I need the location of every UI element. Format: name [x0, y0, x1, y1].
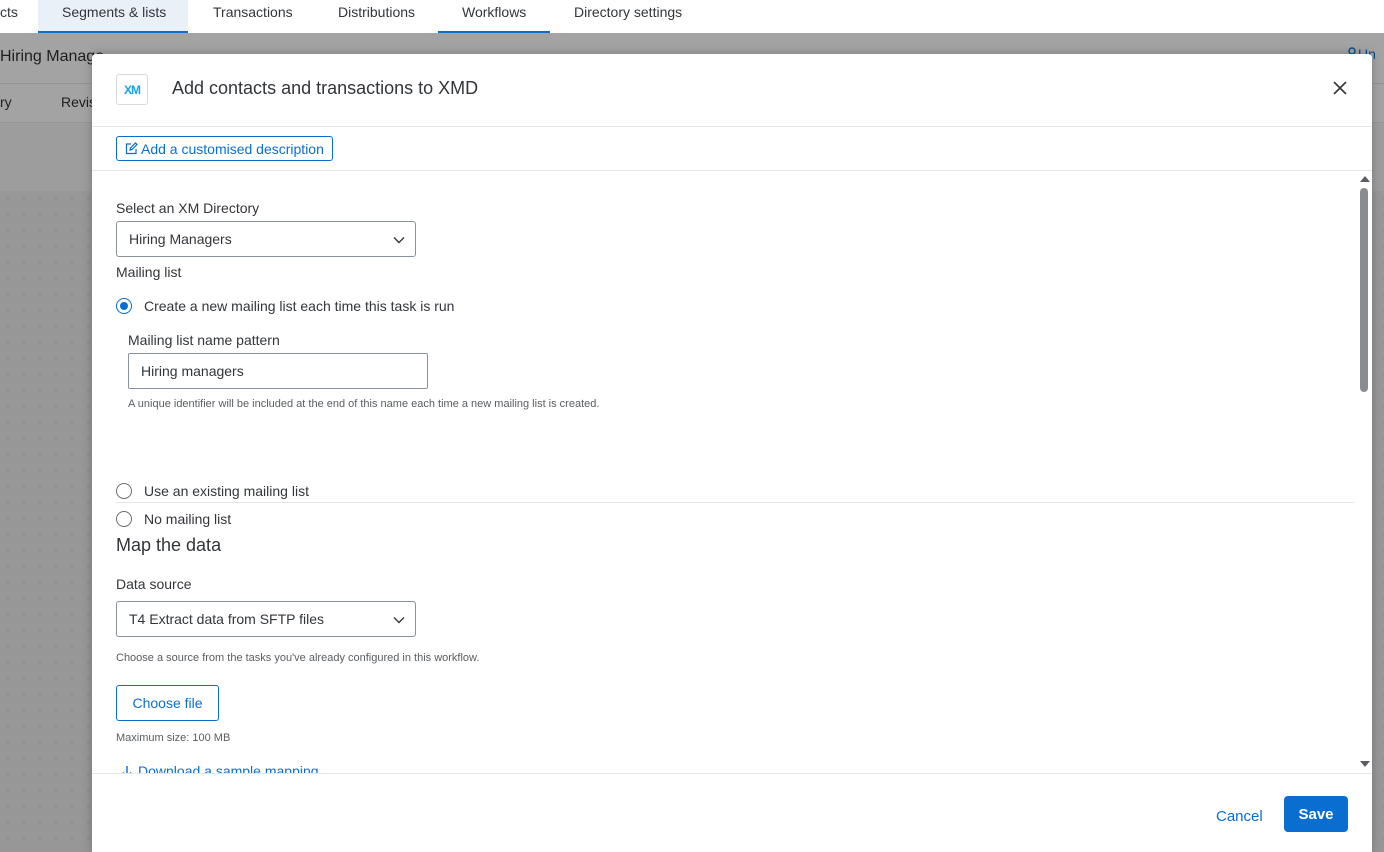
download-sample-label: Download a sample mapping — [138, 763, 319, 773]
add-description-button[interactable]: Add a customised description — [116, 136, 333, 161]
tab-segments-lists[interactable]: Segments & lists — [38, 0, 188, 33]
description-row: Add a customised description — [92, 127, 1372, 171]
dialog-footer: Cancel Save — [92, 773, 1372, 852]
chevron-down-icon — [393, 617, 405, 624]
tab-workflows[interactable]: Workflows — [438, 0, 550, 33]
dialog-header: XM Add contacts and transactions to XMD — [92, 54, 1372, 127]
radio-label: No mailing list — [144, 511, 232, 527]
scroll-up-arrow-icon[interactable] — [1360, 176, 1370, 182]
radio-label: Create a new mailing list each time this… — [144, 298, 455, 314]
background-subtab-revisions: Revis — [61, 94, 97, 110]
arrow-down-icon — [122, 765, 132, 773]
radio-no-list[interactable]: No mailing list — [116, 511, 231, 527]
name-pattern-label: Mailing list name pattern — [128, 332, 280, 348]
dialog-body[interactable]: Select an XM Directory Hiring Managers M… — [92, 172, 1354, 773]
body-scrollbar[interactable] — [1356, 172, 1372, 773]
scroll-thumb[interactable] — [1360, 188, 1368, 392]
tab-transactions[interactable]: Transactions — [213, 0, 293, 33]
top-navigation: cts Segments & lists Transactions Distri… — [0, 0, 1384, 33]
radio-button[interactable] — [116, 511, 132, 527]
edit-icon — [125, 142, 138, 155]
add-contacts-dialog: XM Add contacts and transactions to XMD … — [92, 54, 1372, 852]
radio-button-checked[interactable] — [116, 298, 132, 314]
save-button[interactable]: Save — [1284, 796, 1348, 832]
add-description-label: Add a customised description — [141, 140, 324, 157]
tab-contacts[interactable]: cts — [0, 0, 18, 33]
tab-distributions[interactable]: Distributions — [338, 0, 415, 33]
directory-select[interactable]: Hiring Managers — [116, 221, 416, 257]
directory-label: Select an XM Directory — [116, 200, 260, 216]
background-page-title: Hiring Manage — [0, 48, 105, 65]
chevron-down-icon — [393, 237, 405, 244]
background-subtab-history: ry — [0, 94, 12, 110]
cancel-button[interactable]: Cancel — [1208, 798, 1271, 834]
data-source-value: T4 Extract data from SFTP files — [129, 611, 325, 627]
radio-existing-list[interactable]: Use an existing mailing list — [116, 483, 309, 499]
scroll-down-arrow-icon[interactable] — [1360, 761, 1370, 767]
name-pattern-hint: A unique identifier will be included at … — [128, 398, 600, 410]
radio-button[interactable] — [116, 483, 132, 499]
name-pattern-input[interactable] — [128, 353, 428, 389]
xm-logo-icon: XM — [116, 74, 148, 105]
mailing-list-label: Mailing list — [116, 264, 182, 280]
directory-select-value: Hiring Managers — [129, 231, 232, 247]
radio-create-new-list[interactable]: Create a new mailing list each time this… — [116, 298, 454, 314]
download-sample-link[interactable]: Download a sample mapping — [122, 763, 319, 773]
close-button[interactable] — [1326, 74, 1354, 102]
radio-label: Use an existing mailing list — [144, 483, 309, 499]
choose-file-button[interactable]: Choose file — [116, 685, 219, 721]
data-source-select[interactable]: T4 Extract data from SFTP files — [116, 601, 416, 637]
dialog-title: Add contacts and transactions to XMD — [172, 78, 479, 98]
tab-directory-settings[interactable]: Directory settings — [574, 0, 682, 33]
close-icon — [1333, 81, 1347, 95]
